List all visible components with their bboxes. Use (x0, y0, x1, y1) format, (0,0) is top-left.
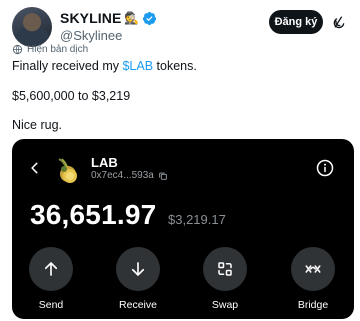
swap-label[interactable]: Swap (195, 299, 255, 311)
copy-icon[interactable] (158, 171, 168, 181)
cashtag-link[interactable]: $LAB (122, 59, 153, 73)
bridge-label[interactable]: Bridge (283, 299, 343, 311)
author-handle[interactable]: @Skylinee (60, 28, 122, 43)
token-name: LAB (91, 155, 118, 170)
translate-icon (12, 44, 23, 55)
grok-icon[interactable] (331, 14, 347, 30)
tweet-line-1: Finally received my $LAB tokens. (12, 59, 197, 73)
bridge-icon (305, 265, 321, 273)
swap-button[interactable]: Swap (195, 247, 255, 311)
receive-button[interactable]: Receive (108, 247, 168, 311)
token-balance: 36,651.97 (30, 199, 157, 230)
bridge-circle[interactable] (291, 247, 335, 291)
token-usd-value: $3,219.17 (168, 212, 226, 227)
translate-label[interactable]: Hiện bản dịch (27, 44, 88, 55)
token-logo-icon (58, 158, 77, 183)
swap-grid-icon (218, 262, 232, 276)
wallet-screenshot-card[interactable]: LAB 0x7ec4...593a 36,651.97 $3,219.17 Se… (12, 139, 354, 319)
translate-link[interactable]: Hiện bản dịch (12, 44, 88, 55)
tweet-line-1-suffix: tokens. (153, 59, 197, 73)
arrow-up-icon (44, 262, 58, 276)
author-name-row[interactable]: SKYLINE 🕵️ (60, 10, 157, 26)
token-address: 0x7ec4...593a (91, 170, 154, 181)
info-icon[interactable] (316, 159, 334, 177)
receive-label[interactable]: Receive (108, 299, 168, 311)
verified-badge-icon (143, 11, 157, 25)
send-circle[interactable] (29, 247, 73, 291)
send-label[interactable]: Send (21, 299, 81, 311)
arrow-down-icon (131, 262, 145, 276)
tweet-line-1-prefix: Finally received my (12, 59, 123, 73)
back-arrow-icon[interactable] (28, 161, 42, 175)
receive-circle[interactable] (116, 247, 160, 291)
author-display-name[interactable]: SKYLINE (60, 10, 121, 26)
tweet-line-2: $5,600,000 to $3,219 (12, 89, 131, 103)
bridge-button[interactable]: Bridge (283, 247, 343, 311)
detective-emoji-icon: 🕵️ (124, 11, 140, 25)
token-address-row[interactable]: 0x7ec4...593a (91, 170, 168, 181)
send-button[interactable]: Send (21, 247, 81, 311)
swap-circle[interactable] (203, 247, 247, 291)
tweet-line-3: Nice rug. (12, 118, 63, 132)
author-avatar[interactable] (12, 7, 52, 47)
follow-button[interactable]: Đăng ký (269, 10, 323, 34)
